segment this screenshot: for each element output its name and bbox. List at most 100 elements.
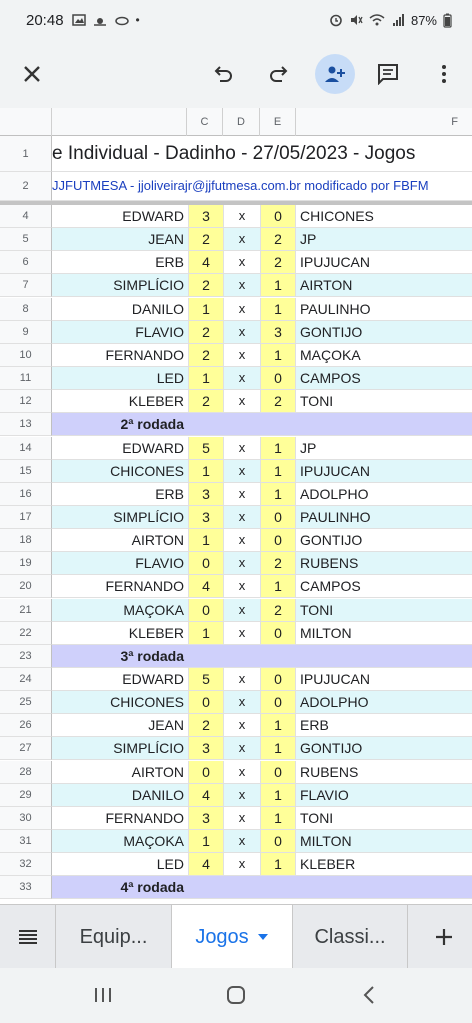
home-player-cell[interactable]: EDWARD bbox=[52, 205, 187, 227]
away-score-cell[interactable]: 0 bbox=[260, 205, 296, 227]
away-player-cell[interactable]: ADOLPHO bbox=[298, 483, 472, 505]
row-header[interactable]: 4 bbox=[0, 205, 52, 228]
row-header[interactable]: 22 bbox=[0, 621, 52, 645]
redo-button[interactable] bbox=[258, 54, 298, 94]
comment-button[interactable] bbox=[368, 54, 408, 94]
home-player-cell[interactable]: AIRTON bbox=[52, 529, 187, 551]
home-player-cell[interactable]: MAÇOKA bbox=[52, 599, 187, 621]
away-player-cell[interactable]: FLAVIO bbox=[298, 784, 472, 806]
away-score-cell[interactable]: 1 bbox=[260, 737, 296, 760]
away-player-cell[interactable]: IPUJUCAN bbox=[298, 668, 472, 690]
versus-cell[interactable]: x bbox=[224, 761, 260, 783]
away-player-cell[interactable]: IPUJUCAN bbox=[298, 251, 472, 273]
home-score-cell[interactable]: 0 bbox=[188, 760, 224, 783]
row-header[interactable]: 6 bbox=[0, 251, 52, 275]
versus-cell[interactable]: x bbox=[224, 784, 260, 806]
home-player-cell[interactable]: KLEBER bbox=[52, 390, 187, 412]
away-score-cell[interactable]: 1 bbox=[260, 459, 296, 482]
row-header[interactable]: 24 bbox=[0, 668, 52, 691]
spreadsheet-grid[interactable]: C D E F 1 2 4 5 6 7 8 9 10 11 12 13 14 15 16 17 18 19 20 21… bbox=[0, 108, 472, 904]
home-score-cell[interactable]: 1 bbox=[188, 459, 224, 482]
home-player-cell[interactable]: LED bbox=[52, 367, 187, 389]
home-player-cell[interactable]: FLAVIO bbox=[52, 552, 187, 574]
away-score-cell[interactable]: 1 bbox=[260, 783, 296, 806]
home-player-cell[interactable]: KLEBER bbox=[52, 622, 187, 644]
home-score-cell[interactable]: 1 bbox=[188, 297, 224, 320]
away-player-cell[interactable]: GONTIJO bbox=[298, 321, 472, 343]
recents-button[interactable] bbox=[88, 980, 118, 1010]
home-player-cell[interactable]: JEAN bbox=[52, 228, 187, 250]
home-player-cell[interactable]: AIRTON bbox=[52, 761, 187, 783]
versus-cell[interactable]: x bbox=[224, 668, 260, 690]
home-player-cell[interactable]: ERB bbox=[52, 251, 187, 273]
home-score-cell[interactable]: 5 bbox=[188, 436, 224, 459]
home-player-cell[interactable]: DANILO bbox=[52, 784, 187, 806]
away-score-cell[interactable]: 0 bbox=[260, 505, 296, 528]
row-header[interactable]: 33 bbox=[0, 876, 52, 900]
home-score-cell[interactable]: 1 bbox=[188, 529, 224, 552]
versus-cell[interactable]: x bbox=[224, 714, 260, 736]
home-score-cell[interactable]: 2 bbox=[188, 343, 224, 366]
away-score-cell[interactable]: 0 bbox=[260, 367, 296, 390]
home-score-cell[interactable]: 5 bbox=[188, 668, 224, 690]
home-score-cell[interactable]: 1 bbox=[188, 621, 224, 644]
home-button[interactable] bbox=[221, 980, 251, 1010]
row-header[interactable]: 26 bbox=[0, 714, 52, 738]
away-player-cell[interactable]: CAMPOS bbox=[298, 575, 472, 597]
away-score-cell[interactable]: 1 bbox=[260, 853, 296, 876]
away-score-cell[interactable]: 1 bbox=[260, 806, 296, 829]
home-score-cell[interactable]: 2 bbox=[188, 274, 224, 297]
versus-cell[interactable]: x bbox=[224, 622, 260, 644]
home-player-cell[interactable]: SIMPLÍCIO bbox=[52, 274, 187, 296]
row-header[interactable]: 18 bbox=[0, 529, 52, 553]
away-score-cell[interactable]: 3 bbox=[260, 320, 296, 343]
away-score-cell[interactable]: 0 bbox=[260, 621, 296, 644]
away-player-cell[interactable]: CAMPOS bbox=[298, 367, 472, 389]
share-button[interactable] bbox=[315, 54, 355, 94]
home-score-cell[interactable]: 3 bbox=[188, 737, 224, 760]
away-player-cell[interactable]: MILTON bbox=[298, 622, 472, 644]
versus-cell[interactable]: x bbox=[224, 251, 260, 273]
home-score-cell[interactable]: 3 bbox=[188, 505, 224, 528]
home-score-cell[interactable]: 3 bbox=[188, 482, 224, 505]
away-player-cell[interactable]: MILTON bbox=[298, 830, 472, 852]
versus-cell[interactable]: x bbox=[224, 390, 260, 412]
versus-cell[interactable]: x bbox=[224, 529, 260, 551]
versus-cell[interactable]: x bbox=[224, 228, 260, 250]
add-sheet-button[interactable] bbox=[416, 905, 472, 969]
home-score-cell[interactable]: 3 bbox=[188, 205, 224, 227]
home-player-cell[interactable]: FERNANDO bbox=[52, 344, 187, 366]
tab-jogos[interactable]: Jogos bbox=[172, 905, 293, 969]
round-label[interactable]: 2ª rodada bbox=[52, 413, 187, 435]
home-score-cell[interactable]: 0 bbox=[188, 598, 224, 621]
home-player-cell[interactable]: FERNANDO bbox=[52, 807, 187, 829]
more-options-button[interactable] bbox=[424, 54, 464, 94]
row-header[interactable]: 10 bbox=[0, 343, 52, 367]
row-header[interactable]: 11 bbox=[0, 367, 52, 391]
versus-cell[interactable]: x bbox=[224, 853, 260, 875]
away-player-cell[interactable]: MAÇOKA bbox=[298, 344, 472, 366]
home-score-cell[interactable]: 4 bbox=[188, 251, 224, 274]
versus-cell[interactable]: x bbox=[224, 599, 260, 621]
round-label[interactable]: 4ª rodada bbox=[52, 876, 187, 898]
versus-cell[interactable]: x bbox=[224, 274, 260, 296]
away-score-cell[interactable]: 2 bbox=[260, 251, 296, 274]
row-header[interactable]: 5 bbox=[0, 228, 52, 252]
away-score-cell[interactable]: 2 bbox=[260, 390, 296, 413]
away-player-cell[interactable]: ADOLPHO bbox=[298, 691, 472, 713]
tab-equipes[interactable]: Equip... bbox=[56, 905, 172, 969]
versus-cell[interactable]: x bbox=[224, 807, 260, 829]
home-score-cell[interactable]: 1 bbox=[188, 367, 224, 390]
home-score-cell[interactable]: 2 bbox=[188, 228, 224, 251]
away-score-cell[interactable]: 1 bbox=[260, 575, 296, 598]
home-player-cell[interactable]: EDWARD bbox=[52, 668, 187, 690]
versus-cell[interactable]: x bbox=[224, 460, 260, 482]
home-player-cell[interactable]: EDWARD bbox=[52, 437, 187, 459]
away-score-cell[interactable]: 0 bbox=[260, 691, 296, 714]
home-player-cell[interactable]: LED bbox=[52, 853, 187, 875]
versus-cell[interactable]: x bbox=[224, 737, 260, 759]
away-player-cell[interactable]: GONTIJO bbox=[298, 529, 472, 551]
home-player-cell[interactable]: FLAVIO bbox=[52, 321, 187, 343]
away-player-cell[interactable]: CHICONES bbox=[298, 205, 472, 227]
row-header[interactable]: 25 bbox=[0, 691, 52, 715]
